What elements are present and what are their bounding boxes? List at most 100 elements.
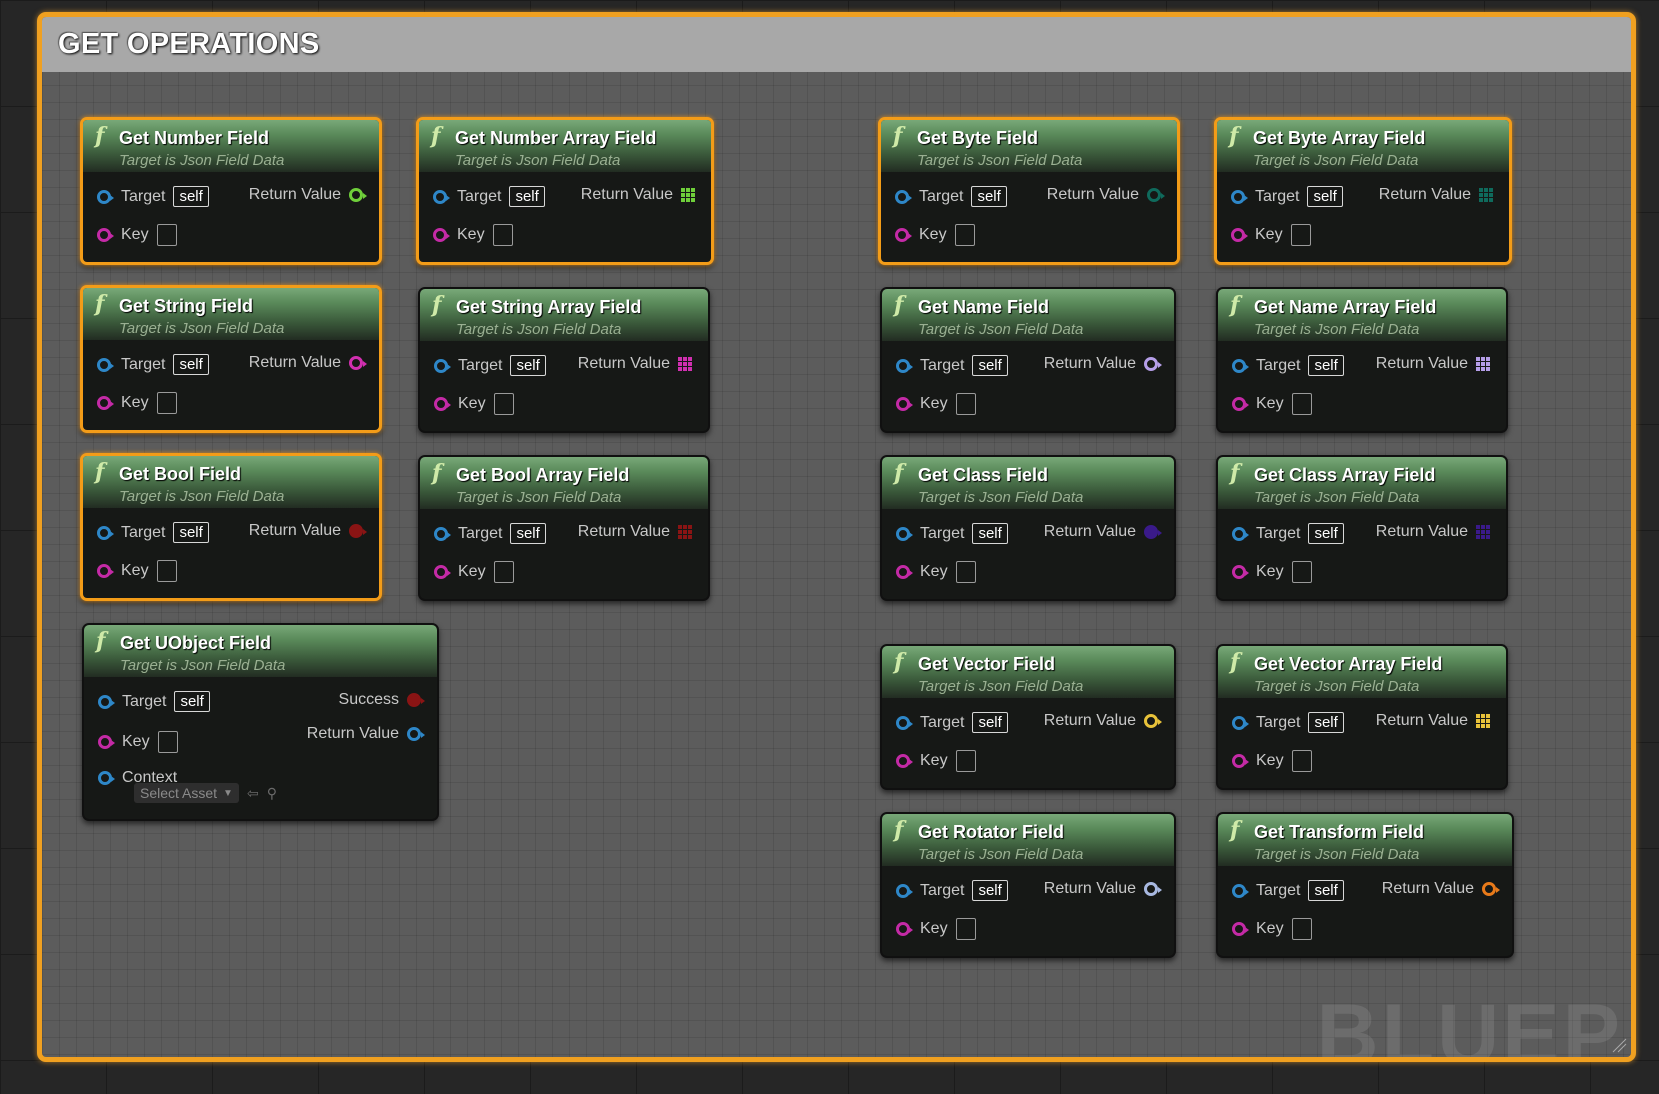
target-pin-icon[interactable] [98,694,115,709]
node-header[interactable]: f Get Vector Field Target is Json Field Da… [882,646,1174,698]
target-pin-icon[interactable] [1232,526,1249,541]
target-pin-row[interactable]: Target self [896,355,1008,376]
node-get-number-array-field[interactable]: f Get Number Array Field Target is Json Fi… [416,117,714,265]
target-pin-icon[interactable] [896,526,913,541]
key-pin-icon[interactable] [434,565,451,579]
key-input[interactable] [955,918,976,940]
return-pin-row[interactable]: Return Value [249,186,367,204]
key-pin-icon[interactable] [1232,754,1249,768]
return-pin-row[interactable]: Return Value [307,725,425,743]
return-pin-row[interactable]: Return Value [1376,523,1490,541]
return-value-array-pin-icon[interactable] [678,525,692,539]
return-pin-row[interactable]: Return Value [1376,355,1490,373]
node-header[interactable]: f Get Number Array Field Target is Json Fi… [419,120,711,172]
target-pin-icon[interactable] [433,189,450,204]
target-pin-icon[interactable] [896,715,913,730]
node-header[interactable]: f Get Class Field Target is Json Field Dat… [882,457,1174,509]
key-pin-row[interactable]: Key [97,560,177,582]
return-value-array-pin-icon[interactable] [681,188,695,202]
return-value-array-pin-icon[interactable] [1479,188,1493,202]
key-pin-icon[interactable] [98,735,115,749]
key-pin-row[interactable]: Key [896,393,976,415]
return-value-pin-icon[interactable] [1147,188,1165,202]
node-header[interactable]: f Get Bool Array Field Target is Json Fiel… [420,457,708,509]
context-pin-icon[interactable] [98,771,115,785]
node-get-byte-field[interactable]: f Get Byte Field Target is Json Field Data… [878,117,1180,265]
key-pin-icon[interactable] [1232,397,1249,411]
key-input[interactable] [156,392,177,414]
key-pin-row[interactable]: Key [1232,561,1312,583]
target-pin-row[interactable]: Target self [1232,355,1344,376]
key-input[interactable] [955,393,976,415]
key-pin-icon[interactable] [97,228,114,242]
target-pin-icon[interactable] [1231,189,1248,204]
key-pin-row[interactable]: Key [1231,224,1311,246]
success-pin-row[interactable]: Success [339,691,425,709]
node-header[interactable]: f Get Class Array Field Target is Json Fie… [1218,457,1506,509]
key-input[interactable] [493,561,514,583]
target-pin-row[interactable]: Target self [896,523,1008,544]
node-get-name-field[interactable]: f Get Name Field Target is Json Field Data… [880,287,1176,433]
return-value-pin-icon[interactable] [1144,357,1162,371]
node-get-bool-field[interactable]: f Get Bool Field Target is Json Field Data… [80,453,382,601]
return-value-pin-icon[interactable] [349,356,367,370]
key-input[interactable] [157,731,178,753]
return-pin-row[interactable]: Return Value [1044,712,1162,730]
key-pin-icon[interactable] [434,397,451,411]
return-pin-row[interactable]: Return Value [249,354,367,372]
key-input[interactable] [954,224,975,246]
node-header[interactable]: f Get Name Array Field Target is Json Fiel… [1218,289,1506,341]
node-header[interactable]: f Get String Field Target is Json Field Da… [83,288,379,340]
target-pin-icon[interactable] [896,883,913,898]
target-pin-icon[interactable] [895,189,912,204]
target-pin-icon[interactable] [434,358,451,373]
target-pin-icon[interactable] [1232,715,1249,730]
return-pin-row[interactable]: Return Value [1376,712,1490,730]
target-pin-row[interactable]: Target self [1232,523,1344,544]
return-pin-row[interactable]: Return Value [1379,186,1493,204]
key-pin-icon[interactable] [1232,565,1249,579]
key-pin-row[interactable]: Key [1232,750,1312,772]
return-value-pin-icon[interactable] [349,524,367,538]
return-pin-row[interactable]: Return Value [578,355,692,373]
key-pin-icon[interactable] [895,228,912,242]
key-input[interactable] [493,393,514,415]
key-pin-row[interactable]: Key [433,224,513,246]
node-header[interactable]: f Get Rotator Field Target is Json Field D… [882,814,1174,866]
return-pin-row[interactable]: Return Value [1382,880,1500,898]
target-pin-row[interactable]: Target self [1231,186,1343,207]
node-header[interactable]: f Get Transform Field Target is Json Field… [1218,814,1512,866]
target-pin-icon[interactable] [434,526,451,541]
success-pin-icon[interactable] [407,693,425,707]
key-input[interactable] [156,224,177,246]
return-value-array-pin-icon[interactable] [1476,525,1490,539]
return-pin-row[interactable]: Return Value [1044,880,1162,898]
node-get-string-array-field[interactable]: f Get String Array Field Target is Json Fi… [418,287,710,433]
key-input[interactable] [955,561,976,583]
key-pin-row[interactable]: Key [97,392,177,414]
key-input[interactable] [1291,561,1312,583]
return-pin-row[interactable]: Return Value [1044,523,1162,541]
key-input[interactable] [1291,750,1312,772]
target-pin-icon[interactable] [97,189,114,204]
key-pin-row[interactable]: Key [434,393,514,415]
key-pin-row[interactable]: Key [896,750,976,772]
node-get-string-field[interactable]: f Get String Field Target is Json Field Da… [80,285,382,433]
key-input[interactable] [1290,224,1311,246]
target-pin-row[interactable]: Target self [1232,880,1344,901]
node-get-class-array-field[interactable]: f Get Class Array Field Target is Json Fie… [1216,455,1508,601]
browse-search-icon[interactable]: ⚲ [267,785,277,802]
target-pin-row[interactable]: Target self [1232,712,1344,733]
key-pin-row[interactable]: Key [896,561,976,583]
return-value-array-pin-icon[interactable] [678,357,692,371]
node-header[interactable]: f Get Name Field Target is Json Field Data [882,289,1174,341]
target-pin-icon[interactable] [896,358,913,373]
return-value-pin-icon[interactable] [1144,882,1162,896]
key-pin-row[interactable]: Key [895,224,975,246]
key-pin-icon[interactable] [896,754,913,768]
target-pin-row[interactable]: Target self [434,523,546,544]
node-header[interactable]: f Get Byte Field Target is Json Field Data [881,120,1177,172]
target-pin-row[interactable]: Target self [433,186,545,207]
use-selected-arrow-icon[interactable]: ⇦ [247,785,259,802]
node-header[interactable]: f Get Number Field Target is Json Field Da… [83,120,379,172]
